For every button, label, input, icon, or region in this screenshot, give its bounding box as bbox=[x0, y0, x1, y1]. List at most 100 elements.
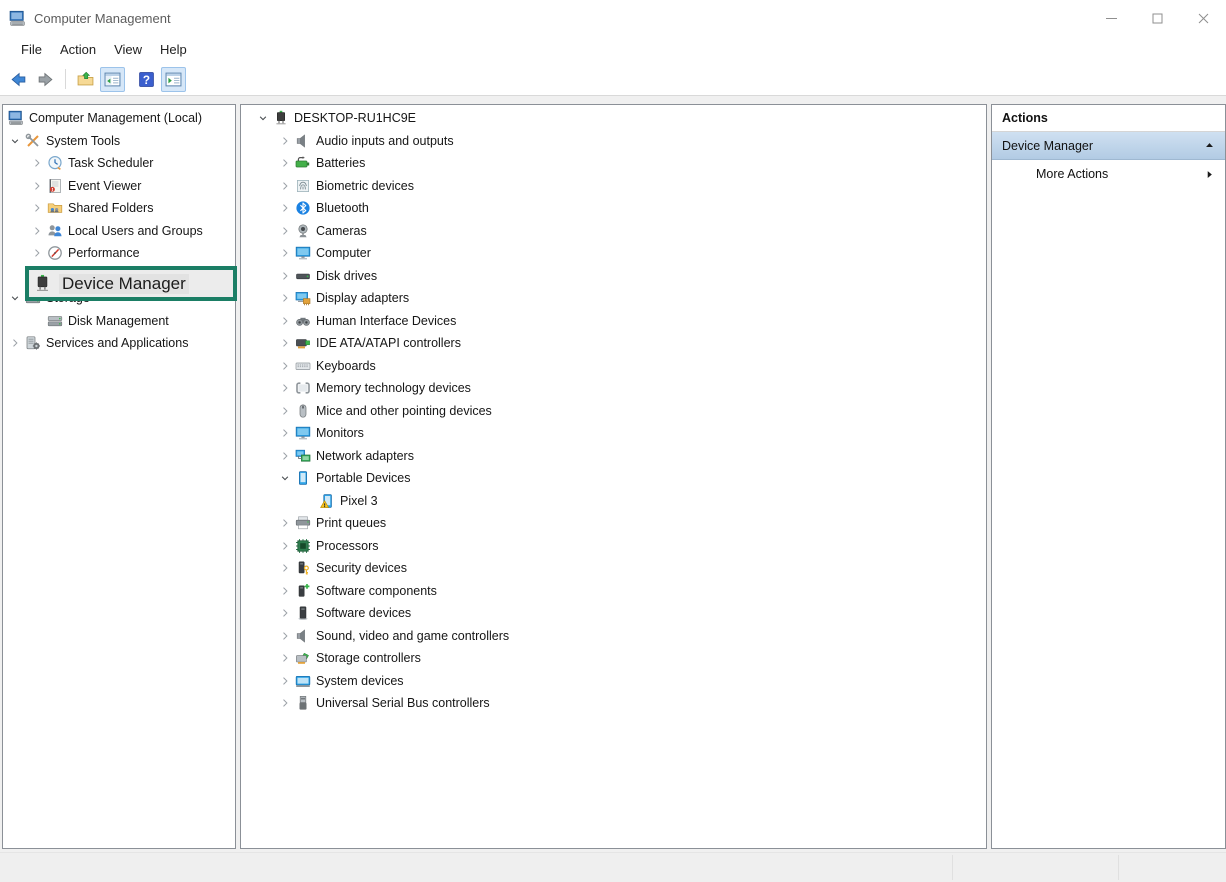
chevron-right-icon[interactable] bbox=[275, 358, 295, 374]
tree-item-cameras[interactable]: Cameras bbox=[241, 220, 986, 243]
chevron-right-icon[interactable] bbox=[275, 583, 295, 599]
tree-item-performance[interactable]: Performance bbox=[3, 242, 235, 265]
tree-item-pixel-3[interactable]: Pixel 3 bbox=[241, 490, 986, 513]
chevron-down-icon[interactable] bbox=[5, 290, 25, 306]
show-console-tree-button[interactable] bbox=[73, 67, 98, 92]
chevron-right-icon[interactable] bbox=[275, 290, 295, 306]
close-button[interactable] bbox=[1180, 0, 1226, 36]
chevron-right-icon[interactable] bbox=[275, 515, 295, 531]
tree-item-disk-management[interactable]: Disk Management bbox=[3, 310, 235, 333]
chevron-right-icon[interactable] bbox=[275, 133, 295, 149]
tree-item-security-devices[interactable]: Security devices bbox=[241, 557, 986, 580]
actions-title: Actions bbox=[1002, 111, 1048, 125]
shared-folders-icon bbox=[47, 200, 63, 216]
tree-item-batteries[interactable]: Batteries bbox=[241, 152, 986, 175]
more-actions-item[interactable]: More Actions bbox=[992, 160, 1225, 188]
chevron-right-icon[interactable] bbox=[275, 223, 295, 239]
chevron-right-icon[interactable] bbox=[275, 335, 295, 351]
tree-item-system-devices[interactable]: System devices bbox=[241, 670, 986, 693]
chevron-right-icon[interactable] bbox=[275, 178, 295, 194]
tree-item-software-devices[interactable]: Software devices bbox=[241, 602, 986, 625]
chevron-right-icon[interactable] bbox=[27, 178, 47, 194]
help-button[interactable] bbox=[134, 67, 159, 92]
tree-label: Bluetooth bbox=[316, 201, 369, 215]
tree-item-storage-controllers[interactable]: Storage controllers bbox=[241, 647, 986, 670]
chevron-right-icon[interactable] bbox=[275, 403, 295, 419]
chevron-right-icon[interactable] bbox=[275, 673, 295, 689]
chevron-right-icon[interactable] bbox=[275, 538, 295, 554]
device-manager-highlight-annotation[interactable]: Device Manager bbox=[25, 266, 237, 301]
chevron-right-icon[interactable] bbox=[27, 200, 47, 216]
maximize-icon bbox=[1152, 13, 1163, 24]
tree-root-desktop[interactable]: DESKTOP-RU1HC9E bbox=[241, 107, 986, 130]
chevron-right-icon[interactable] bbox=[275, 200, 295, 216]
tree-label: Keyboards bbox=[316, 359, 376, 373]
device-tree: DESKTOP-RU1HC9E Audio inputs and outputs… bbox=[241, 105, 986, 715]
chevron-down-icon[interactable] bbox=[275, 470, 295, 486]
action-pane-toggle-button[interactable] bbox=[161, 67, 186, 92]
monitor-icon bbox=[295, 245, 311, 261]
menu-file[interactable]: File bbox=[12, 39, 51, 60]
keyboard-icon bbox=[295, 358, 311, 374]
chevron-down-icon[interactable] bbox=[5, 133, 25, 149]
chevron-right-icon[interactable] bbox=[275, 695, 295, 711]
tree-item-network-adapters[interactable]: Network adapters bbox=[241, 445, 986, 468]
collapse-arrow-icon[interactable] bbox=[1204, 140, 1215, 151]
chevron-right-icon[interactable] bbox=[275, 380, 295, 396]
usb-icon bbox=[295, 695, 311, 711]
tree-item-processors[interactable]: Processors bbox=[241, 535, 986, 558]
menu-view[interactable]: View bbox=[105, 39, 151, 60]
printer-icon bbox=[295, 515, 311, 531]
chevron-right-icon[interactable] bbox=[275, 313, 295, 329]
chevron-right-icon[interactable] bbox=[275, 245, 295, 261]
tree-item-usb-controllers[interactable]: Universal Serial Bus controllers bbox=[241, 692, 986, 715]
menu-help[interactable]: Help bbox=[151, 39, 196, 60]
menu-action[interactable]: Action bbox=[51, 39, 105, 60]
tree-item-ide-controllers[interactable]: IDE ATA/ATAPI controllers bbox=[241, 332, 986, 355]
tree-item-display-adapters[interactable]: Display adapters bbox=[241, 287, 986, 310]
tree-item-disk-drives[interactable]: Disk drives bbox=[241, 265, 986, 288]
disk-management-icon bbox=[47, 313, 63, 329]
maximize-button[interactable] bbox=[1134, 0, 1180, 36]
chevron-right-icon[interactable] bbox=[27, 245, 47, 261]
back-button[interactable] bbox=[6, 67, 31, 92]
tree-item-task-scheduler[interactable]: Task Scheduler bbox=[3, 152, 235, 175]
tree-item-human-interface-devices[interactable]: Human Interface Devices bbox=[241, 310, 986, 333]
actions-group-device-manager[interactable]: Device Manager bbox=[992, 132, 1225, 160]
chevron-right-icon[interactable] bbox=[275, 560, 295, 576]
forward-button[interactable] bbox=[33, 67, 58, 92]
tree-item-services-and-applications[interactable]: Services and Applications bbox=[3, 332, 235, 355]
tree-item-portable-devices[interactable]: Portable Devices bbox=[241, 467, 986, 490]
tree-item-print-queues[interactable]: Print queues bbox=[241, 512, 986, 535]
chevron-right-icon[interactable] bbox=[275, 155, 295, 171]
tree-item-event-viewer[interactable]: Event Viewer bbox=[3, 175, 235, 198]
processor-icon bbox=[295, 538, 311, 554]
tree-item-bluetooth[interactable]: Bluetooth bbox=[241, 197, 986, 220]
tree-item-system-tools[interactable]: System Tools bbox=[3, 130, 235, 153]
tree-item-mice[interactable]: Mice and other pointing devices bbox=[241, 400, 986, 423]
tree-item-memory-technology-devices[interactable]: Memory technology devices bbox=[241, 377, 986, 400]
chevron-right-icon[interactable] bbox=[275, 268, 295, 284]
chevron-right-icon[interactable] bbox=[275, 628, 295, 644]
chevron-down-icon[interactable] bbox=[253, 110, 273, 126]
tree-item-keyboards[interactable]: Keyboards bbox=[241, 355, 986, 378]
minimize-button[interactable] bbox=[1088, 0, 1134, 36]
tree-item-audio-inputs-outputs[interactable]: Audio inputs and outputs bbox=[241, 130, 986, 153]
tree-item-software-components[interactable]: Software components bbox=[241, 580, 986, 603]
chevron-right-icon[interactable] bbox=[275, 650, 295, 666]
console-tree-toggle-button[interactable] bbox=[100, 67, 125, 92]
chevron-right-icon[interactable] bbox=[275, 448, 295, 464]
tree-item-shared-folders[interactable]: Shared Folders bbox=[3, 197, 235, 220]
tree-item-biometric-devices[interactable]: Biometric devices bbox=[241, 175, 986, 198]
tree-item-monitors[interactable]: Monitors bbox=[241, 422, 986, 445]
chevron-right-icon[interactable] bbox=[5, 335, 25, 351]
tree-item-local-users-and-groups[interactable]: Local Users and Groups bbox=[3, 220, 235, 243]
chevron-right-icon[interactable] bbox=[27, 223, 47, 239]
tree-label: DESKTOP-RU1HC9E bbox=[294, 111, 416, 125]
chevron-right-icon[interactable] bbox=[27, 155, 47, 171]
chevron-right-icon[interactable] bbox=[275, 605, 295, 621]
tree-item-sound-video-game-controllers[interactable]: Sound, video and game controllers bbox=[241, 625, 986, 648]
chevron-right-icon[interactable] bbox=[275, 425, 295, 441]
tree-root-computer-management-local[interactable]: Computer Management (Local) bbox=[3, 107, 235, 130]
tree-item-computer[interactable]: Computer bbox=[241, 242, 986, 265]
